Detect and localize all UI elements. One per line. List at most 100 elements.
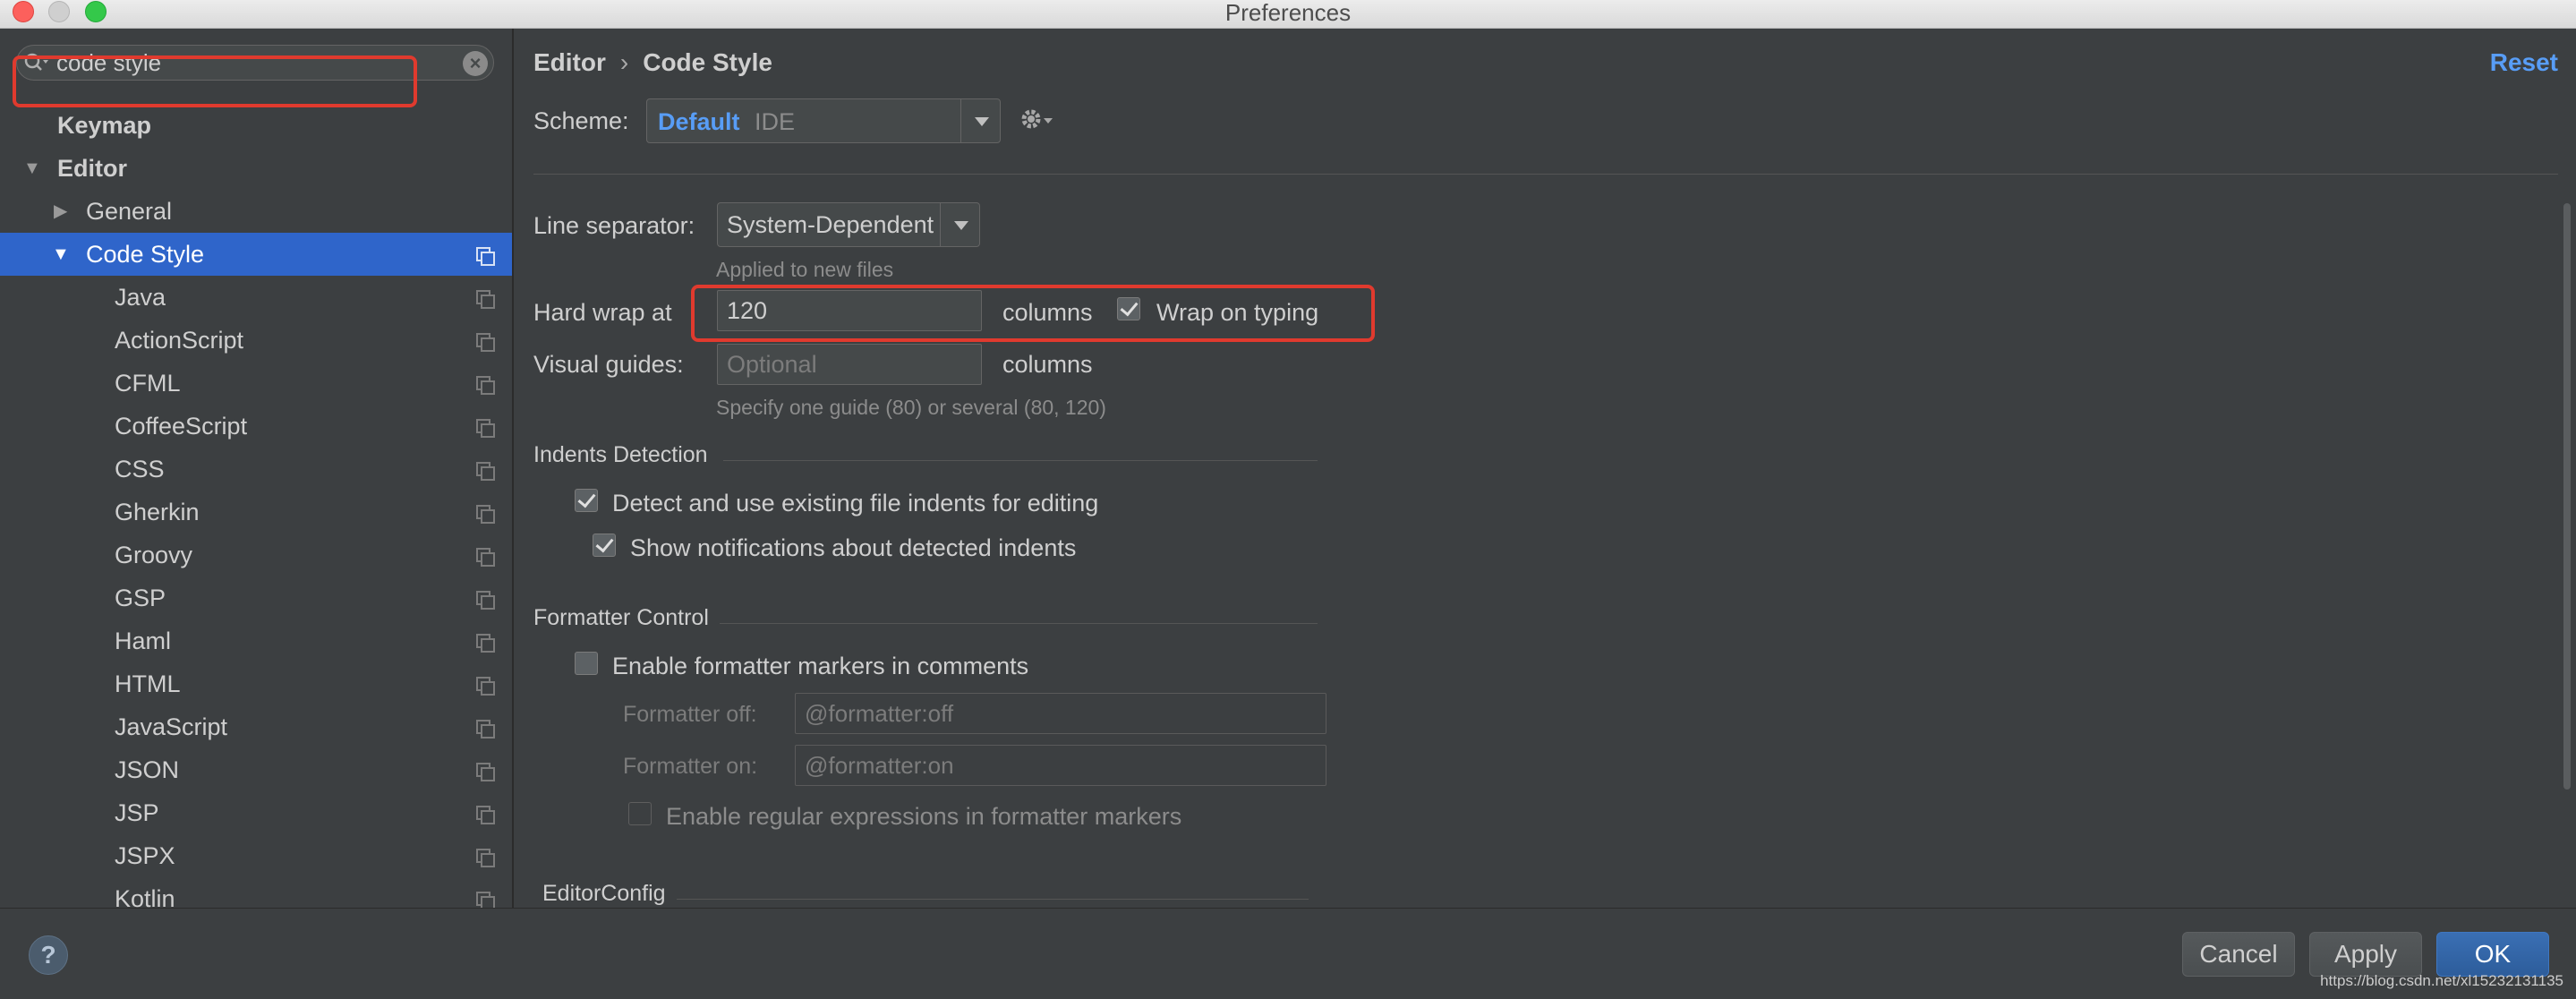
breadcrumb-separator: › — [619, 48, 629, 76]
formatter-regex-checkbox[interactable] — [628, 802, 652, 825]
tree-item-label: Haml — [115, 628, 172, 654]
project-scope-icon — [476, 591, 495, 610]
tree-item-language[interactable]: CFML — [0, 362, 512, 405]
tree-item-label: Editor — [57, 155, 127, 182]
project-scope-icon — [476, 849, 495, 867]
tree-item-language[interactable]: Gherkin — [0, 491, 512, 534]
line-separator-hint: Applied to new files — [716, 258, 894, 281]
tree-item-label: ActionScript — [115, 327, 244, 354]
help-button[interactable]: ? — [29, 935, 68, 975]
tree-item-language[interactable]: ActionScript — [0, 319, 512, 362]
tree-item-language[interactable]: JSON — [0, 748, 512, 791]
formatter-off-input[interactable]: @formatter:off — [795, 693, 1326, 734]
show-indent-notifications-label: Show notifications about detected indent… — [630, 534, 1077, 561]
enable-formatter-markers-checkbox[interactable] — [575, 652, 598, 675]
scheme-name: Default — [658, 108, 740, 135]
tree-item-general[interactable]: ▶ General — [0, 190, 512, 233]
tree-item-label: General — [86, 198, 173, 225]
tree-item-label: Gherkin — [115, 499, 200, 525]
cancel-button[interactable]: Cancel — [2182, 932, 2295, 977]
tree-item-code-style[interactable]: ▼ Code Style — [0, 233, 512, 276]
formatter-off-label: Formatter off: — [623, 702, 757, 727]
tree-item-language[interactable]: Kotlin — [0, 877, 512, 908]
tree-item-editor[interactable]: ▼ Editor — [0, 147, 512, 190]
visual-guides-hint: Specify one guide (80) or several (80, 1… — [716, 396, 1106, 419]
tree-item-language[interactable]: Groovy — [0, 534, 512, 576]
watermark-text: https://blog.csdn.net/xl15232131135 — [2320, 972, 2563, 989]
tree-item-label: CFML — [115, 370, 181, 397]
tree-item-label: Keymap — [57, 112, 152, 139]
scheme-dropdown[interactable]: Default IDE — [646, 98, 1001, 143]
gear-icon[interactable] — [1017, 106, 1056, 136]
apply-button[interactable]: Apply — [2309, 932, 2422, 977]
tree-item-language[interactable]: JSP — [0, 791, 512, 834]
tree-item-language[interactable]: CSS — [0, 448, 512, 491]
breadcrumb: Editor › Code Style — [533, 48, 772, 77]
tree-item-label: JavaScript — [115, 713, 228, 740]
tree-item-language[interactable]: HTML — [0, 662, 512, 705]
settings-sidebar: × Keymap ▼ Editor ▶ General ▼ Code Style… — [0, 29, 514, 908]
settings-search-input[interactable] — [56, 49, 441, 76]
project-scope-icon — [476, 505, 495, 524]
tree-item-language[interactable]: Haml — [0, 619, 512, 662]
settings-search-box[interactable]: × — [16, 45, 494, 81]
show-indent-notifications-checkbox[interactable] — [593, 534, 616, 557]
project-scope-icon — [476, 892, 495, 908]
project-scope-icon — [476, 806, 495, 824]
section-divider — [720, 623, 1318, 624]
window-title: Preferences — [1224, 0, 1352, 26]
tree-item-keymap[interactable]: Keymap — [0, 104, 512, 147]
tree-item-language[interactable]: GSP — [0, 576, 512, 619]
vertical-scrollbar[interactable] — [2563, 203, 2571, 790]
tree-item-label: GSP — [115, 585, 166, 611]
line-separator-dropdown[interactable]: System-Dependent — [717, 202, 980, 247]
detect-indents-checkbox[interactable] — [575, 489, 598, 512]
project-scope-icon — [476, 247, 495, 266]
tree-item-language[interactable]: CoffeeScript — [0, 405, 512, 448]
indents-detection-title: Indents Detection — [533, 442, 708, 467]
enable-formatter-markers-label: Enable formatter markers in comments — [612, 653, 1029, 679]
title-bar: Preferences — [0, 0, 2576, 29]
ok-button[interactable]: OK — [2436, 932, 2549, 977]
expand-arrow-icon[interactable]: ▼ — [23, 147, 41, 190]
tree-item-label: Code Style — [86, 241, 205, 268]
tree-item-label: JSPX — [115, 842, 175, 869]
line-separator-label: Line separator: — [533, 212, 695, 239]
project-scope-icon — [476, 677, 495, 696]
project-scope-icon — [476, 333, 495, 352]
hard-wrap-input[interactable]: 120 — [717, 290, 982, 331]
project-scope-icon — [476, 462, 495, 481]
section-divider — [723, 460, 1318, 461]
code-style-panel: Editor › Code Style Reset Scheme: Default … — [516, 29, 2576, 908]
formatter-on-input[interactable]: @formatter:on — [795, 745, 1326, 786]
section-divider — [677, 899, 1309, 900]
line-separator-value: System-Dependent — [727, 211, 934, 238]
project-scope-icon — [476, 290, 495, 309]
divider — [533, 174, 2558, 175]
tree-item-label: CSS — [115, 456, 165, 482]
tree-item-language[interactable]: JSPX — [0, 834, 512, 877]
hard-wrap-columns-label: columns — [1002, 299, 1093, 326]
reset-link[interactable]: Reset — [2490, 48, 2558, 77]
chevron-down-icon[interactable] — [940, 203, 979, 246]
chevron-down-icon[interactable] — [960, 99, 1000, 142]
project-scope-icon — [476, 634, 495, 653]
tree-item-language[interactable]: Java — [0, 276, 512, 319]
tree-item-label: JSON — [115, 756, 180, 783]
visual-guides-input[interactable]: Optional — [717, 344, 982, 385]
dialog-footer: ? Cancel Apply OK https://blog.csdn.net/… — [0, 908, 2576, 999]
expand-arrow-icon[interactable]: ▼ — [52, 233, 70, 276]
breadcrumb-parent: Editor — [533, 48, 606, 76]
wrap-on-typing-label: Wrap on typing — [1156, 299, 1319, 326]
tree-item-language[interactable]: JavaScript — [0, 705, 512, 748]
tree-item-label: CoffeeScript — [115, 413, 248, 440]
clear-search-icon[interactable]: × — [463, 51, 488, 76]
wrap-on-typing-checkbox[interactable] — [1117, 297, 1140, 320]
project-scope-icon — [476, 763, 495, 781]
formatter-regex-label: Enable regular expressions in formatter … — [666, 803, 1182, 830]
tree-item-label: Kotlin — [115, 885, 175, 908]
visual-guides-columns-label: columns — [1002, 351, 1093, 378]
collapse-arrow-icon[interactable]: ▶ — [54, 190, 67, 233]
tree-item-label: JSP — [115, 799, 159, 826]
tree-item-label: Java — [115, 284, 166, 311]
